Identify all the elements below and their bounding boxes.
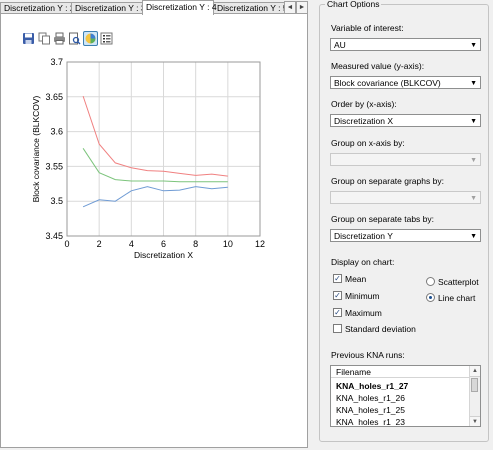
print-preview-icon[interactable] — [68, 32, 81, 45]
x-tick-label: 4 — [129, 239, 134, 249]
x-tick-label: 10 — [223, 239, 233, 249]
series-line-2 — [82, 148, 228, 183]
order-by-label: Order by (x-axis): — [331, 99, 397, 109]
save-icon[interactable] — [22, 32, 35, 45]
chevron-down-icon: ▼ — [470, 118, 477, 125]
y-tick-label: 3.45 — [45, 231, 63, 241]
x-tick-label: 6 — [161, 239, 166, 249]
line-chart: 0 2 4 6 8 10 12 3.45 3.5 3.55 3.6 3.65 3.7 Block cov… — [31, 57, 265, 260]
group-tabs-select-value: Discretization Y — [334, 231, 393, 241]
x-tick-label: 12 — [255, 239, 265, 249]
group-x-axis-select[interactable]: ▼ — [330, 153, 481, 166]
scatterplot-radio[interactable] — [426, 277, 435, 286]
group-x-axis-label: Group on x-axis by: — [331, 138, 405, 148]
line-chart-radio-label: Line chart — [438, 293, 476, 303]
list-item[interactable]: KNA_holes_r1_26 — [336, 393, 405, 403]
previous-runs-label: Previous KNA runs: — [331, 350, 405, 360]
print-icon[interactable] — [53, 32, 66, 45]
group-tabs-select[interactable]: Discretization Y ▼ — [330, 229, 481, 242]
group-graphs-label: Group on separate graphs by: — [331, 176, 444, 186]
list-column-header-filename[interactable]: Filename — [331, 366, 469, 378]
minimum-checkbox[interactable]: ✓ — [333, 291, 342, 300]
chart-options-title: Chart Options — [325, 0, 382, 9]
x-tick-label: 0 — [64, 239, 69, 249]
y-tick-label: 3.6 — [50, 127, 63, 137]
variable-label: Variable of interest: — [331, 23, 404, 33]
series-line-1 — [82, 95, 228, 177]
series-line-3 — [82, 186, 228, 208]
scroll-down-button[interactable]: ▼ — [470, 416, 480, 426]
previous-runs-list[interactable]: Filename KNA_holes_r1_27 KNA_holes_r1_26… — [330, 365, 481, 427]
chevron-down-icon: ▼ — [470, 42, 477, 49]
measured-value-select[interactable]: Block covariance (BLKCOV) ▼ — [330, 76, 481, 89]
tab-strip: Discretization Y : 2 Discretization Y : … — [0, 0, 312, 15]
chevron-down-icon: ▼ — [470, 157, 477, 164]
chevron-down-icon: ▼ — [470, 80, 477, 87]
legend-list-icon[interactable] — [100, 32, 113, 45]
maximum-checkbox[interactable]: ✓ — [333, 308, 342, 317]
order-by-select[interactable]: Discretization X ▼ — [330, 114, 481, 127]
x-tick-label: 8 — [193, 239, 198, 249]
x-axis-label: Discretization X — [134, 250, 193, 260]
scatterplot-radio-label: Scatterplot — [438, 277, 479, 287]
measured-value-select-value: Block covariance (BLKCOV) — [334, 78, 441, 88]
measured-value-label: Measured value (y-axis): — [331, 61, 425, 71]
copy-icon[interactable] — [38, 32, 51, 45]
x-tick-label: 2 — [97, 239, 102, 249]
order-by-select-value: Discretization X — [334, 116, 394, 126]
scroll-thumb[interactable] — [471, 378, 478, 392]
chart-color-icon[interactable] — [83, 31, 98, 46]
y-tick-label: 3.7 — [50, 57, 63, 67]
standard-deviation-checkbox-label: Standard deviation — [345, 324, 416, 334]
mean-checkbox-label: Mean — [345, 274, 367, 284]
display-on-chart-label: Display on chart: — [331, 257, 395, 267]
chevron-down-icon: ▼ — [470, 195, 477, 202]
y-axis-label: Block covariance (BLKCOV) — [31, 95, 41, 202]
line-chart-radio[interactable] — [426, 293, 435, 302]
list-item[interactable]: KNA_holes_r1_23 — [336, 417, 405, 426]
mean-checkbox[interactable]: ✓ — [333, 274, 342, 283]
variable-select-value: AU — [334, 40, 346, 50]
y-tick-label: 3.65 — [45, 92, 63, 102]
standard-deviation-checkbox[interactable] — [333, 324, 342, 333]
list-item[interactable]: KNA_holes_r1_27 — [336, 381, 408, 391]
maximum-checkbox-label: Maximum — [345, 308, 382, 318]
group-graphs-select[interactable]: ▼ — [330, 191, 481, 204]
minimum-checkbox-label: Minimum — [345, 291, 380, 301]
group-tabs-label: Group on separate tabs by: — [331, 214, 435, 224]
list-scrollbar[interactable]: ▲ ▼ — [469, 366, 480, 426]
chevron-down-icon: ▼ — [470, 233, 477, 240]
variable-select[interactable]: AU ▼ — [330, 38, 481, 51]
scroll-up-button[interactable]: ▲ — [470, 366, 480, 377]
list-item[interactable]: KNA_holes_r1_25 — [336, 405, 405, 415]
tab-discretization-y-4[interactable]: Discretization Y : 4 — [142, 0, 217, 15]
y-tick-label: 3.5 — [50, 196, 63, 206]
y-tick-label: 3.55 — [45, 161, 63, 171]
